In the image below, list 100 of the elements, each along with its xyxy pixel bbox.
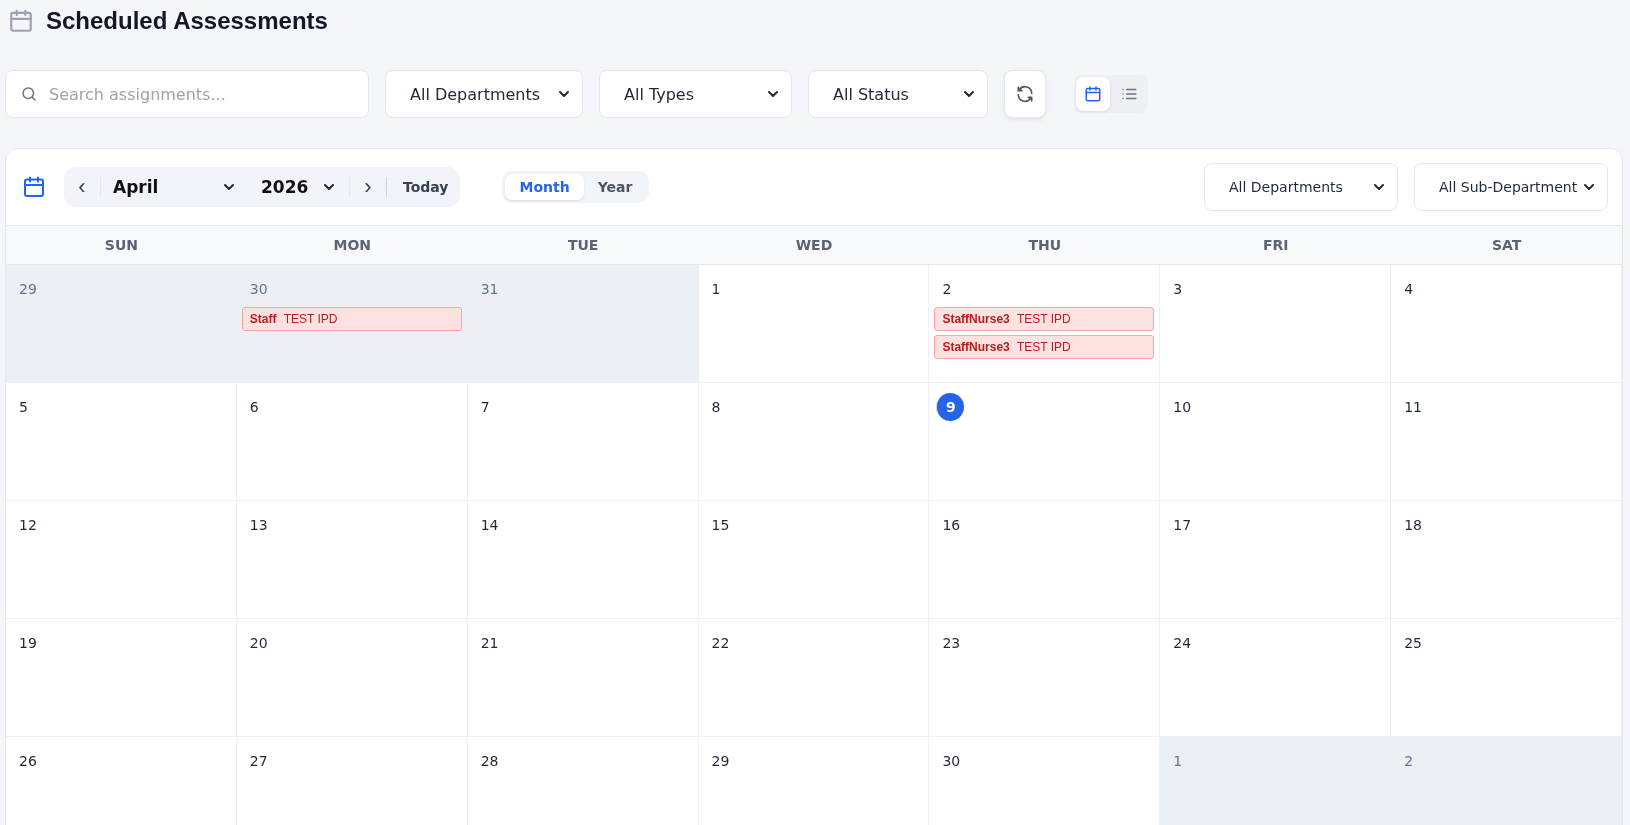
calendar-icon bbox=[22, 175, 46, 199]
day-number: 5 bbox=[18, 398, 29, 417]
day-number: 2 bbox=[941, 280, 953, 299]
next-month-button[interactable]: › bbox=[350, 167, 386, 207]
previous-month-button[interactable]: ‹ bbox=[64, 167, 100, 207]
day-number: 29 bbox=[710, 752, 731, 771]
day-number: 27 bbox=[248, 752, 269, 771]
refresh-button[interactable] bbox=[1004, 70, 1046, 118]
day-cell[interactable]: 19 bbox=[6, 619, 237, 737]
day-number: 15 bbox=[710, 516, 731, 535]
calendar-icon bbox=[8, 8, 34, 34]
day-cell[interactable]: 13 bbox=[236, 501, 468, 619]
day-number: 26 bbox=[18, 752, 38, 771]
day-number: 31 bbox=[479, 280, 500, 299]
chevron-down-icon bbox=[964, 91, 974, 97]
view-mode-tab[interactable]: Month bbox=[505, 174, 584, 200]
event-chip[interactable]: StaffNurse3 TEST IPD bbox=[934, 335, 1155, 359]
day-number: 12 bbox=[18, 516, 38, 535]
day-number: 20 bbox=[248, 634, 269, 653]
day-cell[interactable]: 21 bbox=[467, 619, 699, 737]
weekday-header: THU bbox=[929, 226, 1161, 265]
day-number: 25 bbox=[1403, 634, 1423, 653]
calendar-icon bbox=[1084, 85, 1102, 103]
day-number: 30 bbox=[248, 280, 269, 299]
day-number: 13 bbox=[248, 516, 269, 535]
day-number: 8 bbox=[710, 398, 722, 417]
day-cell[interactable]: 27 bbox=[236, 737, 468, 825]
day-cell[interactable]: 29 bbox=[698, 737, 930, 825]
day-cell[interactable]: 1 bbox=[1160, 737, 1392, 825]
day-cell[interactable]: 22 bbox=[698, 619, 930, 737]
filter-select[interactable]: All Status bbox=[808, 70, 988, 118]
day-number: 28 bbox=[479, 752, 500, 771]
day-cell[interactable]: 7 bbox=[467, 383, 699, 501]
day-cell[interactable]: 2 StaffNurse3 TEST IPD StaffNurse3 TEST IPD bbox=[929, 265, 1161, 383]
day-cell[interactable]: 29 bbox=[6, 265, 237, 383]
day-number: 24 bbox=[1172, 634, 1193, 653]
day-number: 23 bbox=[941, 634, 962, 653]
search-field[interactable]: Search assignments... bbox=[5, 70, 369, 118]
weekday-header: WED bbox=[698, 226, 930, 265]
department-select[interactable]: All Sub-Department bbox=[1414, 163, 1608, 211]
day-number: 6 bbox=[248, 398, 260, 417]
chevron-down-icon bbox=[1584, 184, 1594, 190]
page-title: Scheduled Assessments bbox=[46, 7, 328, 35]
day-number: 3 bbox=[1172, 280, 1184, 299]
day-cell[interactable]: 2 bbox=[1391, 737, 1622, 825]
day-cell[interactable]: 20 bbox=[236, 619, 468, 737]
day-cell[interactable]: 6 bbox=[236, 383, 468, 501]
day-cell[interactable]: 15 bbox=[698, 501, 930, 619]
weekday-header: SAT bbox=[1391, 226, 1622, 265]
chevron-down-icon bbox=[559, 91, 569, 97]
day-cell[interactable]: 4 bbox=[1391, 265, 1622, 383]
day-number: 30 bbox=[941, 752, 962, 771]
day-cell[interactable]: 23 bbox=[929, 619, 1161, 737]
day-cell[interactable]: 17 bbox=[1160, 501, 1392, 619]
day-cell[interactable]: 8 bbox=[698, 383, 930, 501]
event-chip[interactable]: StaffNurse3 TEST IPD bbox=[934, 307, 1155, 331]
chevron-down-icon bbox=[324, 184, 334, 190]
day-number: 21 bbox=[479, 634, 500, 653]
filter-select[interactable]: All Departments bbox=[385, 70, 583, 118]
day-cell[interactable]: 26 bbox=[6, 737, 237, 825]
day-cell[interactable]: 31 bbox=[467, 265, 699, 383]
day-number: 10 bbox=[1172, 398, 1193, 417]
month-select[interactable]: April bbox=[100, 177, 249, 197]
chevron-down-icon bbox=[224, 184, 234, 190]
day-cell[interactable]: 10 bbox=[1160, 383, 1392, 501]
year-select[interactable]: 2026 bbox=[249, 177, 350, 197]
weekday-header: FRI bbox=[1160, 226, 1392, 265]
day-number: 19 bbox=[18, 634, 38, 653]
day-number: 2 bbox=[1403, 752, 1415, 771]
day-cell[interactable]: 3 bbox=[1160, 265, 1392, 383]
filter-select[interactable]: All Types bbox=[599, 70, 792, 118]
day-cell[interactable]: 5 bbox=[6, 383, 237, 501]
weekday-header: MON bbox=[236, 226, 468, 265]
day-number: 22 bbox=[710, 634, 731, 653]
day-cell[interactable]: 1 bbox=[698, 265, 930, 383]
day-number: 4 bbox=[1403, 280, 1415, 299]
day-number: 29 bbox=[18, 280, 38, 299]
day-number: 18 bbox=[1403, 516, 1423, 535]
day-number: 1 bbox=[1172, 752, 1184, 771]
day-cell[interactable]: 11 bbox=[1391, 383, 1622, 501]
day-cell[interactable]: 16 bbox=[929, 501, 1161, 619]
chevron-down-icon bbox=[768, 91, 778, 97]
view-toggle-button[interactable] bbox=[1076, 77, 1110, 111]
today-button[interactable]: Today bbox=[386, 177, 461, 197]
day-number: 7 bbox=[479, 398, 491, 417]
day-cell[interactable]: 18 bbox=[1391, 501, 1622, 619]
weekday-header: TUE bbox=[467, 226, 699, 265]
day-cell[interactable]: 9 bbox=[929, 383, 1161, 501]
refresh-icon bbox=[1015, 84, 1035, 104]
day-number: 1 bbox=[710, 280, 722, 299]
day-number: 11 bbox=[1403, 398, 1423, 417]
event-chip[interactable]: Staff TEST IPD bbox=[241, 307, 462, 331]
day-cell[interactable]: 30 Staff TEST IPD bbox=[236, 265, 468, 383]
day-cell[interactable]: 12 bbox=[6, 501, 237, 619]
day-number: 16 bbox=[941, 516, 962, 535]
department-select[interactable]: All Departments bbox=[1204, 163, 1398, 211]
day-cell[interactable]: 14 bbox=[467, 501, 699, 619]
day-cell[interactable]: 28 bbox=[467, 737, 699, 825]
weekday-header: SUN bbox=[6, 226, 237, 265]
view-mode-tab[interactable]: Year bbox=[583, 174, 647, 200]
